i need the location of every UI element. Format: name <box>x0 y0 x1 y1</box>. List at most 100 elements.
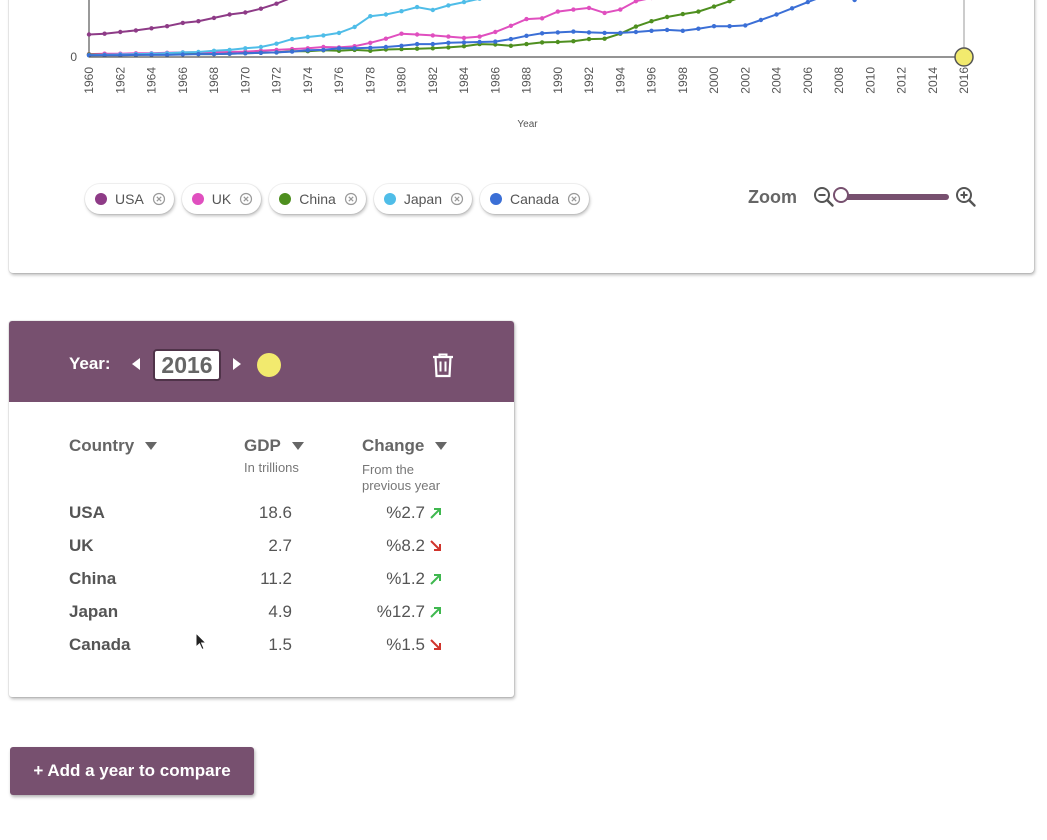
data-point[interactable] <box>383 44 389 50</box>
data-point[interactable] <box>477 34 482 39</box>
data-point[interactable] <box>446 3 451 8</box>
remove-circle-icon[interactable] <box>450 192 464 206</box>
data-point[interactable] <box>727 0 732 4</box>
data-point[interactable] <box>196 51 201 57</box>
data-point[interactable] <box>414 41 420 47</box>
data-point[interactable] <box>274 1 279 6</box>
data-point[interactable] <box>649 28 654 33</box>
legend-chip-canada[interactable]: Canada <box>480 184 590 214</box>
data-point[interactable] <box>743 23 748 28</box>
data-point[interactable] <box>649 19 654 24</box>
legend-chip-uk[interactable]: UK <box>181 184 262 214</box>
data-point[interactable] <box>602 36 607 41</box>
data-point[interactable] <box>524 16 529 22</box>
data-point[interactable] <box>305 48 310 53</box>
data-point[interactable] <box>305 34 310 40</box>
data-point[interactable] <box>680 11 685 17</box>
data-point[interactable] <box>243 10 248 15</box>
data-point[interactable] <box>243 46 248 51</box>
data-point[interactable] <box>618 7 623 12</box>
data-point[interactable] <box>368 45 373 51</box>
data-point[interactable] <box>211 15 217 21</box>
data-point[interactable] <box>508 36 514 42</box>
data-point[interactable] <box>602 10 607 16</box>
data-point[interactable] <box>508 43 514 48</box>
data-point[interactable] <box>368 14 373 19</box>
data-point[interactable] <box>446 34 451 39</box>
data-point[interactable] <box>586 36 592 42</box>
data-point[interactable] <box>227 51 232 56</box>
data-point[interactable] <box>696 26 701 31</box>
data-point[interactable] <box>149 26 154 31</box>
data-point[interactable] <box>430 33 435 38</box>
data-point[interactable] <box>539 31 545 36</box>
data-point[interactable] <box>180 20 185 26</box>
zoom-slider-track[interactable] <box>833 187 949 203</box>
data-point[interactable] <box>446 45 451 50</box>
previous-year-arrow-icon[interactable] <box>132 358 140 370</box>
data-point[interactable] <box>680 28 685 33</box>
data-point[interactable] <box>336 30 342 36</box>
remove-circle-icon[interactable] <box>152 192 166 206</box>
data-point[interactable] <box>633 24 639 29</box>
data-point[interactable] <box>461 0 467 5</box>
data-point[interactable] <box>789 6 795 11</box>
data-point[interactable] <box>352 24 357 30</box>
data-point[interactable] <box>274 41 279 46</box>
data-point[interactable] <box>289 36 295 42</box>
data-point[interactable] <box>477 39 482 45</box>
data-point[interactable] <box>493 29 498 35</box>
data-point[interactable] <box>102 31 107 36</box>
data-point[interactable] <box>555 30 560 35</box>
data-point[interactable] <box>571 29 576 34</box>
data-point[interactable] <box>383 12 389 17</box>
zoom-in-icon[interactable] <box>955 186 977 208</box>
zoom-out-icon[interactable] <box>813 186 835 208</box>
legend-chip-japan[interactable]: Japan <box>373 184 472 214</box>
data-point[interactable] <box>618 30 623 36</box>
data-point[interactable] <box>274 50 279 55</box>
data-point[interactable] <box>227 12 232 17</box>
column-header-gdp[interactable]: GDP <box>244 436 304 456</box>
data-point[interactable] <box>399 31 404 36</box>
data-point[interactable] <box>539 16 545 21</box>
data-point[interactable] <box>196 19 201 24</box>
data-point[interactable] <box>493 39 498 44</box>
data-point[interactable] <box>555 9 560 14</box>
data-point[interactable] <box>133 28 139 33</box>
data-point[interactable] <box>571 39 576 44</box>
data-point[interactable] <box>118 29 123 35</box>
remove-circle-icon[interactable] <box>567 192 581 206</box>
data-point[interactable] <box>711 4 717 9</box>
data-point[interactable] <box>336 46 342 51</box>
data-point[interactable] <box>430 7 435 13</box>
data-point[interactable] <box>508 23 514 28</box>
data-point[interactable] <box>289 49 295 54</box>
data-point[interactable] <box>399 43 404 48</box>
legend-chip-usa[interactable]: USA <box>85 184 174 214</box>
data-point[interactable] <box>321 47 326 53</box>
data-point[interactable] <box>243 51 248 56</box>
data-point[interactable] <box>399 9 404 14</box>
data-point[interactable] <box>805 0 810 5</box>
data-point[interactable] <box>461 43 467 49</box>
data-point[interactable] <box>383 36 389 41</box>
data-point[interactable] <box>352 46 357 51</box>
data-point[interactable] <box>430 41 435 47</box>
data-point[interactable] <box>602 30 607 36</box>
data-point[interactable] <box>414 46 420 51</box>
data-point[interactable] <box>711 24 717 29</box>
data-point[interactable] <box>664 14 670 20</box>
data-point[interactable] <box>586 30 592 35</box>
column-header-country[interactable]: Country <box>69 436 158 456</box>
data-point[interactable] <box>758 17 764 23</box>
data-point[interactable] <box>258 50 264 56</box>
data-point[interactable] <box>227 47 232 53</box>
data-point[interactable] <box>774 12 779 17</box>
data-point[interactable] <box>586 5 592 11</box>
data-point[interactable] <box>258 6 264 11</box>
data-point[interactable] <box>461 40 467 45</box>
zoom-slider-handle[interactable] <box>833 187 849 203</box>
remove-circle-icon[interactable] <box>239 192 253 206</box>
data-point[interactable] <box>727 24 732 29</box>
